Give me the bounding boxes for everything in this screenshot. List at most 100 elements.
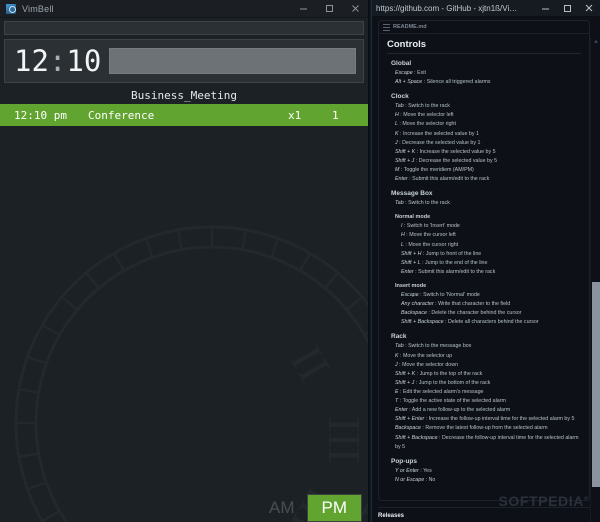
keybinding-key: Enter	[395, 176, 408, 183]
browser-window-title: https://github.com - GitHub - xjtn1ß/Vim…	[376, 3, 522, 13]
keybinding-item: Escape : Switch to 'Normal' mode	[401, 291, 581, 300]
keybinding-key: Tab	[395, 200, 404, 207]
keybinding-key: Backspace	[395, 425, 421, 432]
vimbell-window-title: VimBell	[22, 3, 54, 14]
browser-scrollbar[interactable]: ▲ ▼	[590, 37, 600, 522]
alarm-row[interactable]: 12:10 pm Conference x1 1	[0, 104, 368, 126]
alarm-rack: 12:10 pm Conference x1 1	[0, 104, 368, 126]
minimize-icon[interactable]	[290, 0, 316, 18]
chevron-up-icon[interactable]: ▲	[591, 37, 600, 47]
readme-body: Controls Global Escape : Exit Alt + Space …	[379, 34, 589, 489]
close-icon[interactable]	[342, 0, 368, 18]
keybinding-item: Enter : Add a new follow-up to the selec…	[395, 406, 581, 415]
keybinding-item: J : Move the selector down	[395, 361, 581, 370]
keybinding-item: L : Move the selector right	[395, 120, 581, 129]
softpedia-registered-mark: ®	[583, 496, 589, 503]
keybinding-description: : Increase the selected value by 5	[415, 148, 496, 155]
readme-tabbar[interactable]: README.md	[379, 21, 589, 34]
vimbell-status-strip	[4, 21, 364, 35]
keybinding-key: Backspace	[401, 310, 427, 317]
vimbell-window: VimBell II III 12:10 Business_Meeting 12…	[0, 0, 368, 522]
alarm-message: Conference	[88, 108, 155, 122]
keybinding-description: : Move the selector up	[398, 352, 453, 359]
keybinding-item: Tab : Switch to the rack	[395, 199, 581, 208]
message-box-input[interactable]	[109, 48, 356, 74]
keybinding-description: : Move the selector down	[397, 361, 459, 368]
keybinding-key: Enter	[395, 407, 408, 414]
readme-card: README.md Controls Global Escape : Exit Al…	[378, 20, 590, 501]
section-heading: Clock	[391, 93, 409, 101]
keybinding-description: : Delete the character behind the cursor	[426, 310, 522, 317]
keybinding-item: H : Move the cursor left	[401, 231, 581, 240]
clock-separator: :	[48, 43, 67, 78]
keybinding-item: Shift + Enter : Increase the follow-up i…	[395, 415, 581, 424]
section-heading: Rack	[391, 333, 407, 341]
keybinding-item: H : Move the selector left	[395, 111, 581, 120]
keybinding-item: T : Toggle the active state of the selec…	[395, 397, 581, 406]
clock-minutes[interactable]: 10	[66, 44, 101, 78]
keybinding-key: N or Escape	[395, 476, 425, 483]
vimbell-body: II III IIII V 12:10 Business_Meeting	[0, 21, 368, 522]
keybinding-key: Shift + K	[395, 370, 416, 377]
section-heading: Message Box	[391, 190, 433, 198]
keybinding-description: : No	[424, 476, 436, 483]
meridiem-am-option[interactable]: AM	[263, 495, 301, 521]
svg-text:III: III	[319, 417, 368, 463]
keybinding-item: Shift + L : Jump to the end of the line	[401, 259, 581, 268]
keybinding-description: : Move the selector left	[398, 112, 454, 119]
keybinding-description: : Submit this alarm/edit to the rack	[413, 268, 496, 275]
alarm-clock-icon	[6, 3, 16, 14]
keybinding-item: M : Toggle the meridiem (AM/PM)	[395, 166, 581, 175]
keybinding-key: Shift + Backspace	[395, 434, 438, 441]
keybinding-item: Shift + J : Jump to the bottom of the ra…	[395, 379, 581, 388]
keybinding-description: : Move the selector right	[397, 121, 456, 128]
controls-sections: Global Escape : Exit Alt + Space : Silence…	[387, 60, 581, 485]
browser-content: README.md Controls Global Escape : Exit Al…	[372, 20, 600, 522]
alarm-count: 1	[332, 108, 339, 122]
keybinding-description: : Switch to 'Normal' mode	[418, 291, 480, 298]
maximize-icon[interactable]	[316, 0, 342, 18]
meridiem-pm-option[interactable]: PM	[306, 494, 362, 522]
keybinding-key: Shift + H	[401, 250, 422, 257]
keybinding-list: I : Switch to 'Insert' mode H : Move the …	[401, 222, 581, 277]
releases-title: Releases	[378, 513, 405, 519]
vimbell-clock-row[interactable]: 12:10	[4, 39, 364, 83]
keybinding-list: Escape : Switch to 'Normal' mode Any char…	[401, 291, 581, 327]
keybinding-item: Any character : Write that character to …	[401, 300, 581, 309]
softpedia-watermark: SOFTPEDIA®	[498, 493, 589, 509]
keybinding-item: Shift + K : Jump to the top of the rack	[395, 370, 581, 379]
keybinding-key: Shift + K	[395, 148, 416, 155]
minimize-icon[interactable]	[534, 0, 556, 17]
meridiem-toggle[interactable]: AM PM	[263, 494, 362, 522]
vimbell-clock-panel: 12:10	[0, 21, 368, 83]
keybinding-list: Tab : Switch to the rack H : Move the sel…	[395, 102, 581, 184]
keybinding-description: : Jump to the bottom of the rack	[414, 379, 491, 386]
clock-hours[interactable]: 12	[14, 44, 49, 78]
close-icon[interactable]	[578, 0, 600, 17]
keybinding-description: : Switch to 'Insert' mode	[402, 223, 460, 230]
keybinding-item: Tab : Switch to the message box	[395, 342, 581, 351]
keybinding-description: : Decrease the selected value by 1	[397, 139, 481, 146]
browser-window-controls	[534, 0, 600, 17]
keybinding-item: Tab : Switch to the rack	[395, 102, 581, 111]
keybinding-description: : Toggle the meridiem (AM/PM)	[399, 166, 474, 173]
scrollbar-thumb[interactable]	[592, 282, 600, 487]
subsection-heading: Insert mode	[395, 282, 427, 289]
keybinding-key: Shift + L	[401, 259, 421, 266]
keybinding-description: : Jump to front of the line	[421, 250, 482, 257]
keybinding-key: Shift + J	[395, 157, 415, 164]
keybinding-item: Backspace : Delete the character behind …	[401, 309, 581, 318]
maximize-icon[interactable]	[556, 0, 578, 17]
keybinding-item: Shift + K : Increase the selected value …	[395, 148, 581, 157]
vimbell-window-controls	[290, 0, 368, 18]
clock-time-display[interactable]: 12:10	[5, 43, 101, 78]
keybinding-description: : Switch to the rack	[403, 103, 450, 110]
svg-text:II: II	[281, 337, 340, 389]
browser-window: https://github.com - GitHub - xjtn1ß/Vim…	[372, 0, 600, 522]
keybinding-description: : Exit	[412, 70, 426, 76]
keybinding-item: Shift + Backspace : Decrease the follow-…	[395, 434, 581, 452]
alarm-time: 12:10 pm	[14, 108, 67, 122]
clock-face-watermark: II III IIII V	[14, 225, 368, 522]
keybinding-description: : Jump to the top of the rack	[415, 370, 483, 377]
keybinding-description: : Remove the latest follow-up from the s…	[420, 425, 548, 432]
